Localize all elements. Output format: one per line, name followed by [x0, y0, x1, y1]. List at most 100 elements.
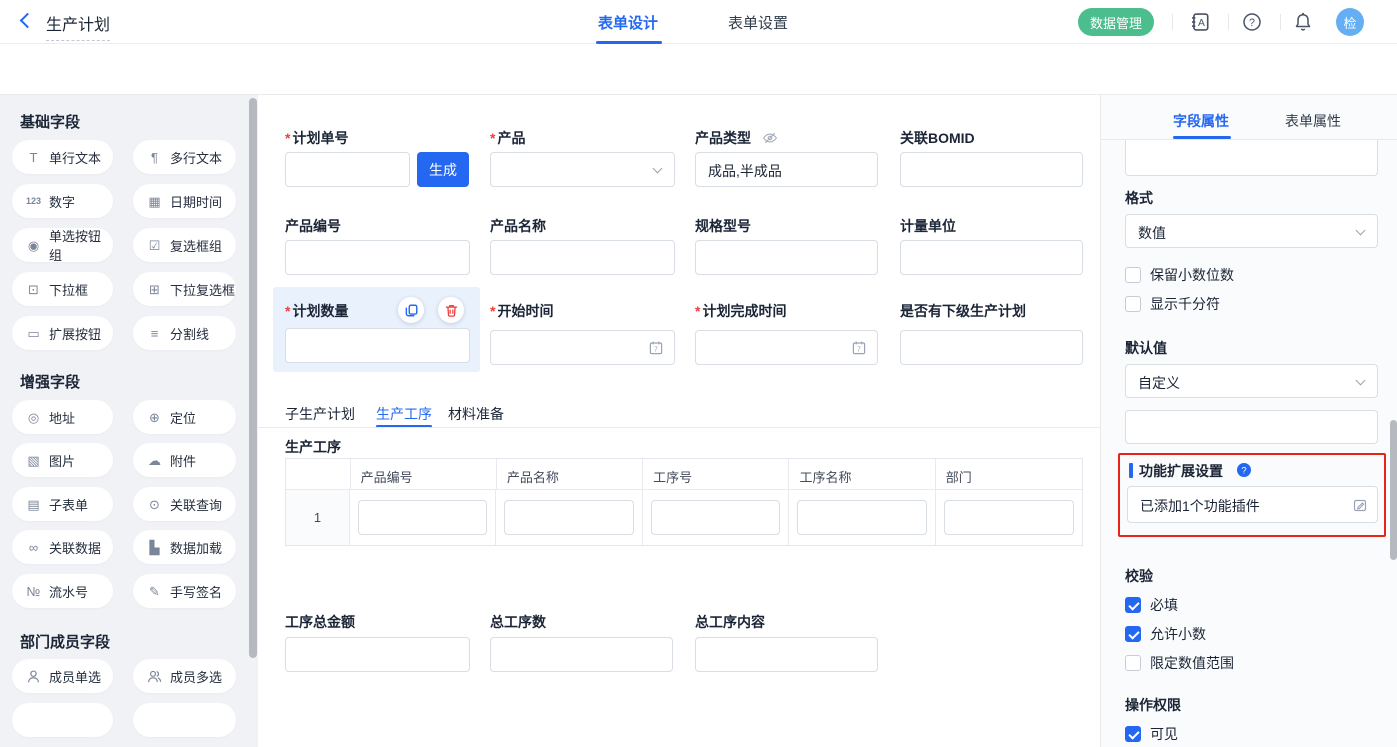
field-type-handwritten-signature[interactable]: ✎ 手写签名: [133, 574, 236, 608]
page-title[interactable]: 生产计划: [46, 11, 110, 41]
back-icon[interactable]: [20, 13, 36, 29]
field-type-geolocation[interactable]: ⊕ 定位: [133, 400, 236, 434]
required-mark: *: [490, 130, 495, 146]
field-type-number[interactable]: 123 数字: [12, 184, 113, 218]
checkbox-visible[interactable]: [1125, 726, 1141, 742]
field-type-label: 下拉复选框: [170, 280, 235, 299]
field-title-input-partial[interactable]: [1125, 140, 1378, 176]
option-decimal-places[interactable]: 保留小数位数: [1125, 265, 1234, 285]
field-type-attachment[interactable]: ☁ 附件: [133, 443, 236, 477]
field-type-address[interactable]: ◎ 地址: [12, 400, 113, 434]
avatar[interactable]: 检: [1336, 8, 1364, 36]
tab-material-preparation[interactable]: 材料准备: [448, 404, 504, 424]
process-total-amount-input[interactable]: [285, 637, 470, 672]
product-code-input[interactable]: [285, 240, 470, 275]
field-type-linked-query[interactable]: ⊙ 关联查询: [133, 487, 236, 521]
option-required[interactable]: 必填: [1125, 595, 1178, 615]
generate-button[interactable]: 生成: [417, 152, 469, 187]
help-filled-icon[interactable]: ?: [1236, 462, 1252, 478]
field-type-partial[interactable]: [12, 703, 113, 737]
cell-input-product-name[interactable]: [504, 500, 633, 535]
field-type-label: 子表单: [49, 495, 88, 514]
default-value-select[interactable]: 自定义: [1125, 364, 1378, 398]
bom-id-input[interactable]: [900, 152, 1083, 187]
field-type-image[interactable]: ▧ 图片: [12, 443, 113, 477]
checkbox-limit-range[interactable]: [1125, 655, 1141, 671]
permission-section-label: 操作权限: [1125, 695, 1181, 715]
multi-line-text-icon: ¶: [147, 151, 162, 164]
cell-input-process-name[interactable]: [797, 500, 926, 535]
option-allow-decimal[interactable]: 允许小数: [1125, 624, 1206, 644]
default-custom-input[interactable]: [1125, 410, 1378, 444]
field-type-divider[interactable]: ≡ 分割线: [133, 316, 236, 350]
field-label-process-total-amount: 工序总金额: [285, 612, 355, 632]
tab-field-properties[interactable]: 字段属性: [1173, 111, 1229, 131]
field-type-serial-number[interactable]: № 流水号: [12, 574, 113, 608]
extension-settings-title: 功能扩展设置: [1139, 461, 1223, 481]
field-label-product-name: 产品名称: [490, 216, 546, 236]
field-type-partial[interactable]: [133, 703, 236, 737]
required-mark: *: [285, 130, 290, 146]
field-type-member-multi[interactable]: 成员多选: [133, 659, 236, 693]
section-title-member-fields: 部门成员字段: [20, 631, 110, 652]
field-type-extend-button[interactable]: ▭ 扩展按钮: [12, 316, 113, 350]
field-library-sidebar: 基础字段 T 单行文本 ¶ 多行文本 123 数字 ▦ 日期时间 ◉ 单选按钮组…: [0, 95, 258, 747]
cell-input-department[interactable]: [944, 500, 1074, 535]
panel-scrollbar[interactable]: [1390, 420, 1397, 560]
field-type-dropdown[interactable]: ⊡ 下拉框: [12, 272, 113, 306]
tab-form-settings[interactable]: 表单设置: [728, 12, 788, 33]
sidebar-scrollbar[interactable]: [249, 98, 257, 658]
field-type-multi-dropdown[interactable]: ⊞ 下拉复选框: [133, 272, 236, 306]
field-type-multi-line-text[interactable]: ¶ 多行文本: [133, 140, 236, 174]
product-type-input[interactable]: 成品,半成品: [695, 152, 878, 187]
tab-sub-production-plan[interactable]: 子生产计划: [285, 404, 355, 424]
cell-input-product-code[interactable]: [358, 500, 487, 535]
total-process-content-input[interactable]: [695, 637, 878, 672]
format-select[interactable]: 数值: [1125, 214, 1378, 248]
required-mark: *: [490, 303, 495, 319]
notification-bell-icon[interactable]: [1293, 12, 1313, 32]
field-label-product-code: 产品编号: [285, 216, 341, 236]
start-time-input[interactable]: 7: [490, 330, 675, 365]
contact-book-icon[interactable]: A: [1189, 11, 1211, 33]
help-icon[interactable]: ?: [1242, 12, 1262, 32]
plan-number-input[interactable]: [285, 152, 410, 187]
data-manage-button[interactable]: 数据管理: [1078, 8, 1154, 36]
checkbox-decimal-places[interactable]: [1125, 267, 1141, 283]
field-type-member-single[interactable]: 成员单选: [12, 659, 113, 693]
has-sub-plan-input[interactable]: [900, 330, 1083, 365]
option-limit-range[interactable]: 限定数值范围: [1125, 653, 1234, 673]
delete-field-button[interactable]: [438, 297, 464, 323]
option-visible[interactable]: 可见: [1125, 724, 1178, 744]
copy-field-button[interactable]: [398, 297, 424, 323]
field-type-data-load[interactable]: ▙ 数据加载: [133, 530, 236, 564]
product-select[interactable]: [490, 152, 675, 187]
field-type-label: 成员多选: [170, 667, 222, 686]
field-type-checkbox-group[interactable]: ☑ 复选框组: [133, 228, 236, 262]
edit-icon[interactable]: [1352, 497, 1368, 513]
plan-finish-time-input[interactable]: 7: [695, 330, 878, 365]
checkbox-allow-decimal[interactable]: [1125, 626, 1141, 642]
field-type-single-line-text[interactable]: T 单行文本: [12, 140, 113, 174]
table-header-product-code: 产品编号: [351, 459, 497, 489]
cell-input-process-no[interactable]: [651, 500, 780, 535]
checkbox-required[interactable]: [1125, 597, 1141, 613]
checkbox-thousand-separator[interactable]: [1125, 296, 1141, 312]
pen-icon: ✎: [147, 585, 162, 598]
checkbox-icon: ☑: [147, 239, 162, 252]
tab-production-process[interactable]: 生产工序: [376, 404, 432, 424]
extension-plugin-field[interactable]: 已添加1个功能插件: [1127, 486, 1378, 523]
spec-model-input[interactable]: [695, 240, 878, 275]
option-thousand-separator[interactable]: 显示千分符: [1125, 294, 1220, 314]
field-type-datetime[interactable]: ▦ 日期时间: [133, 184, 236, 218]
tab-form-properties[interactable]: 表单属性: [1285, 111, 1341, 131]
field-type-radio-group[interactable]: ◉ 单选按钮组: [12, 228, 113, 262]
table-header-product-name: 产品名称: [497, 459, 643, 489]
field-type-subform[interactable]: ▤ 子表单: [12, 487, 113, 521]
tab-form-design[interactable]: 表单设计: [598, 12, 658, 33]
product-name-input[interactable]: [490, 240, 675, 275]
field-type-linked-data[interactable]: ∞ 关联数据: [12, 530, 113, 564]
total-process-count-input[interactable]: [490, 637, 673, 672]
planned-quantity-input[interactable]: [285, 328, 470, 363]
unit-input[interactable]: [900, 240, 1083, 275]
